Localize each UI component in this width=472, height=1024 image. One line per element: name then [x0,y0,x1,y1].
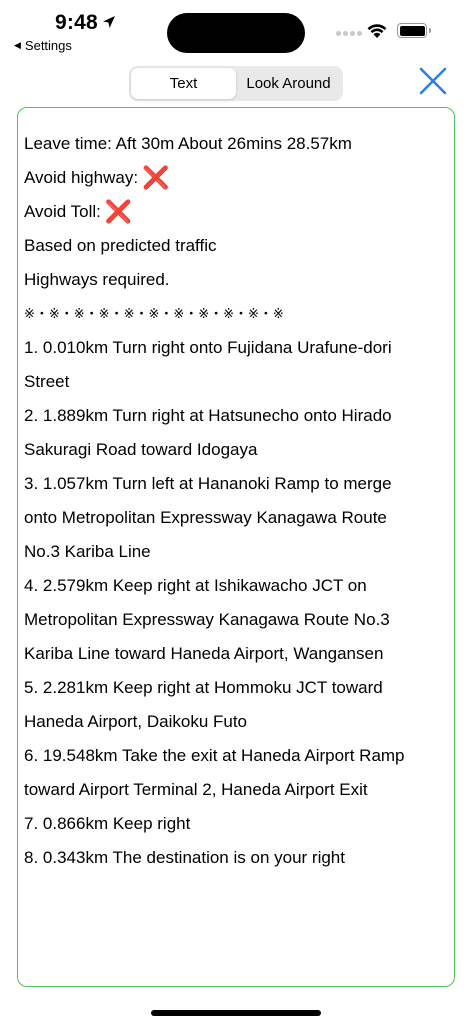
home-indicator[interactable] [151,1010,321,1016]
route-directions-panel[interactable]: Leave time: Aft 30m About 26mins 28.57km… [17,107,455,987]
step-line: onto Metropolitan Expressway Kanagawa Ro… [24,508,387,527]
back-triangle-icon: ◀ [14,40,21,50]
step-line: 7. 0.866km Keep right [24,814,191,833]
separator-line: ※・※・※・※・※・※・※・※・※・※・※ [24,306,285,321]
step-line: No.3 Kariba Line [24,542,151,561]
avoid-highway-label: Avoid highway: [24,168,139,187]
back-label: Settings [24,38,72,53]
step-line: 5. 2.281km Keep right at Hommoku JCT tow… [24,678,383,697]
step-line: Kariba Line toward Haneda Airport, Wanga… [24,644,384,663]
step-line: Street [24,372,70,391]
clock: 9:48 [55,11,98,34]
step-line: 3. 1.057km Turn left at Hananoki Ramp to… [24,474,392,493]
step-line: toward Airport Terminal 2, Haneda Airpor… [24,780,368,799]
step-line: Sakuragi Road toward Idogaya [24,440,258,459]
avoid-highway-row: Avoid highway: ❌ [24,161,448,195]
step-line: 8. 0.343km The destination is on your ri… [24,848,345,867]
cross-mark-icon: ❌ [142,165,170,190]
avoid-toll-label: Avoid Toll: [24,202,101,221]
back-to-settings-link[interactable]: ◀ Settings [14,38,72,53]
battery-icon [397,23,431,38]
highways-note: Highways required. [24,270,170,289]
view-mode-segmented-control[interactable]: Text Look Around [129,66,343,101]
cross-mark-icon: ❌ [104,199,133,224]
close-icon [419,67,447,95]
route-summary: Leave time: Aft 30m About 26mins 28.57km [24,134,352,153]
cellular-signal-icon [336,31,362,36]
step-line: 4. 2.579km Keep right at Ishikawacho JCT… [24,576,367,595]
avoid-toll-row: Avoid Toll: ❌ [24,195,448,229]
step-line: 6. 19.548km Take the exit at Haneda Airp… [24,746,405,765]
segment-text[interactable]: Text [131,68,236,99]
wifi-icon [366,22,388,44]
status-time: 9:48 [55,11,116,35]
traffic-note: Based on predicted traffic [24,236,217,255]
segment-look-around[interactable]: Look Around [236,68,341,99]
step-line: 2. 1.889km Turn right at Hatsunecho onto… [24,406,392,425]
location-arrow-icon [102,11,116,35]
close-button[interactable] [418,66,448,96]
step-line: Metropolitan Expressway Kanagawa Route N… [24,610,390,629]
step-line: 1. 0.010km Turn right onto Fujidana Uraf… [24,338,392,357]
dynamic-island [167,13,305,53]
step-line: Haneda Airport, Daikoku Futo [24,712,248,731]
